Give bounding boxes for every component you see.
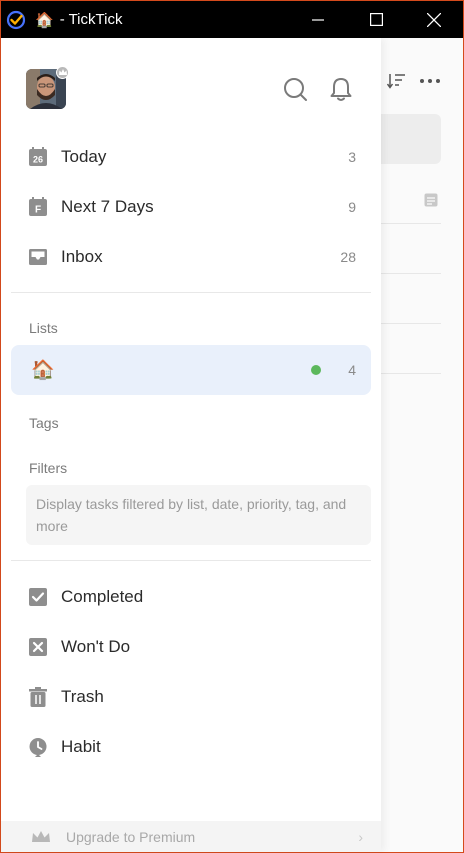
close-button[interactable]	[405, 1, 463, 38]
row-divider	[381, 373, 441, 374]
title-list-emoji: 🏠	[35, 11, 54, 29]
divider	[11, 292, 371, 293]
nav-item-completed[interactable]: Completed	[11, 573, 371, 621]
nav-item-next-7-days[interactable]: F Next 7 Days 9	[11, 183, 371, 231]
nav-item-label: Completed	[61, 587, 144, 606]
nav-item-label: Today	[61, 147, 107, 166]
list-item-home[interactable]: 🏠 4	[11, 345, 371, 395]
nav-item-label: Next 7 Days	[61, 197, 154, 216]
nav-item-label: Inbox	[61, 247, 103, 266]
window-title: - TickTick	[59, 11, 123, 28]
habit-icon	[28, 737, 48, 757]
checkbox-icon	[28, 587, 48, 607]
list-color-dot	[311, 365, 321, 375]
section-label-filters[interactable]: Filters	[29, 460, 67, 476]
divider	[11, 560, 371, 561]
row-divider	[381, 223, 441, 224]
crown-icon	[31, 830, 51, 844]
more-icon[interactable]	[419, 71, 441, 91]
sort-icon[interactable]	[386, 71, 407, 91]
sidebar: 26 Today 3 F Next 7 Days 9 Inbox 28 List…	[1, 38, 381, 852]
nav-item-inbox[interactable]: Inbox 28	[11, 233, 371, 281]
row-divider	[381, 323, 441, 324]
minimize-button[interactable]	[289, 1, 347, 38]
inbox-icon	[28, 247, 48, 267]
search-icon[interactable]	[282, 76, 308, 102]
nav-item-today[interactable]: 26 Today 3	[11, 133, 371, 181]
section-label-tags[interactable]: Tags	[29, 415, 59, 431]
calendar-f-icon: F	[28, 197, 48, 217]
svg-text:F: F	[35, 205, 41, 216]
nav-item-wont-do[interactable]: Won't Do	[11, 623, 371, 671]
nav-item-label: Won't Do	[61, 637, 131, 656]
list-emoji: 🏠	[31, 360, 55, 381]
app-window: 🏠 - TickTick 26 Today 3 F Next 7 Days 9 …	[0, 0, 464, 853]
x-box-icon	[28, 637, 48, 657]
nav-item-trash[interactable]: Trash	[11, 673, 371, 721]
nav-item-count: 9	[348, 199, 356, 215]
section-label-lists[interactable]: Lists	[29, 320, 58, 336]
calendar-26-icon: 26	[28, 147, 48, 167]
nav-item-count: 3	[348, 149, 356, 165]
ticktick-logo-icon	[5, 9, 27, 31]
task-panel-background	[381, 38, 463, 852]
add-task-input-background[interactable]	[381, 114, 441, 164]
nav-item-habit[interactable]: Habit	[11, 723, 371, 771]
title-bar: 🏠 - TickTick	[1, 1, 463, 38]
filters-hint: Display tasks filtered by list, date, pr…	[26, 485, 371, 545]
nav-item-label: Habit	[61, 737, 101, 756]
chevron-right-icon: ›	[358, 828, 363, 845]
maximize-button[interactable]	[347, 1, 405, 38]
upgrade-label: Upgrade to Premium	[66, 828, 196, 845]
nav-item-label: Trash	[61, 687, 104, 706]
premium-crown-badge-icon	[56, 66, 69, 79]
trash-icon	[28, 687, 48, 707]
note-icon	[424, 193, 438, 207]
upgrade-to-premium-button[interactable]: Upgrade to Premium ›	[1, 821, 381, 852]
bell-icon[interactable]	[328, 76, 354, 102]
svg-text:26: 26	[33, 155, 43, 165]
nav-item-count: 28	[340, 249, 356, 265]
row-divider	[381, 273, 441, 274]
list-count: 4	[348, 362, 356, 378]
